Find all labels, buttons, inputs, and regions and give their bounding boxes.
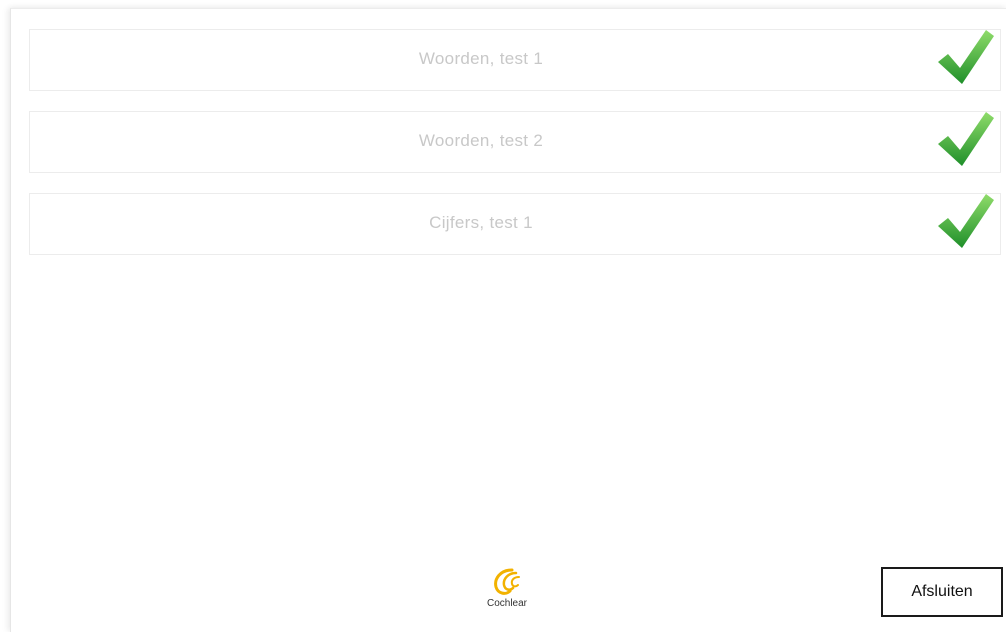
test-label: Woorden, test 2 [418,131,544,150]
checkmark-icon [938,30,994,84]
test-row-woorden-2[interactable]: Woorden, test 2 [29,111,1001,173]
test-label: Cijfers, test 1 [429,213,533,232]
test-row-cijfers-1[interactable]: Cijfers, test 1 [29,193,1001,255]
checkmark-icon [938,112,994,166]
test-label: Woorden, test 1 [418,49,544,68]
brand-name: Cochlear [486,598,528,609]
close-button[interactable]: Afsluiten [881,567,1003,617]
cochlear-logo: Cochlear [477,567,537,623]
cochlear-logo-icon [494,568,520,595]
test-row-woorden-1[interactable]: Woorden, test 1 [29,29,1001,91]
checkmark-icon [938,194,994,248]
test-list: Woorden, test 1 Woorden, test 2 Cijfers,… [29,29,1001,275]
app-screen: Woorden, test 1 Woorden, test 2 Cijfers,… [10,8,1006,632]
